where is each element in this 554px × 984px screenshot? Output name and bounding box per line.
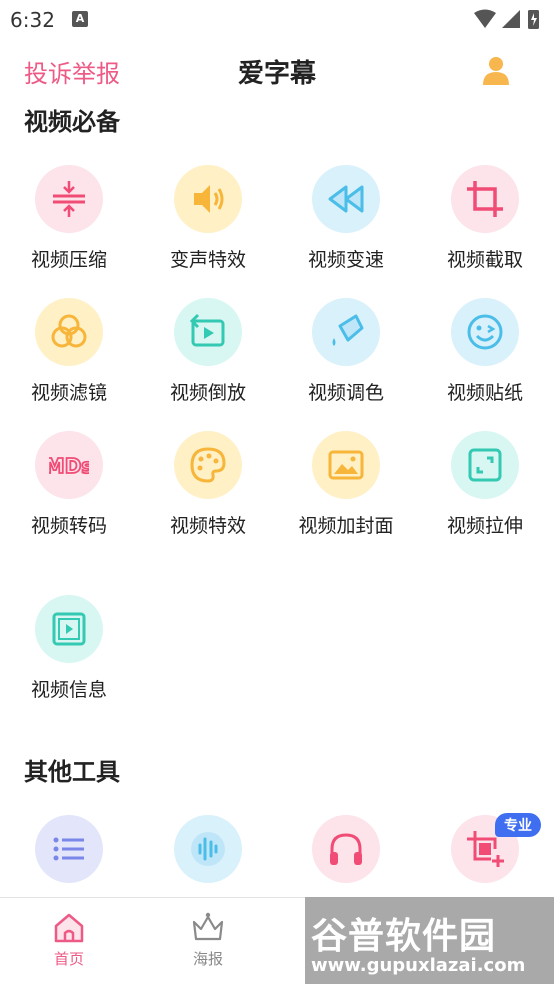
nav-label: 首页 — [53, 950, 84, 968]
transcode-icon: MDs — [49, 453, 89, 479]
tool-video-color[interactable]: 视频调色 — [277, 298, 415, 405]
app-title: 爱字幕 — [237, 59, 316, 89]
tool-video-filter[interactable]: 视频滤镜 — [0, 298, 138, 405]
status-time: 6:32 — [10, 8, 55, 32]
tool-label: 视频压缩 — [30, 249, 107, 271]
section-title-other-tools: 其他工具 — [24, 758, 120, 786]
tool-video-trim[interactable]: 视频截取 — [416, 165, 554, 272]
watermark-title: 谷普软件园 — [311, 916, 497, 957]
tool-label: 视频倒放 — [169, 382, 246, 404]
compress-icon — [53, 181, 85, 217]
watermark: 谷普软件园 www.gupuxlazai.com — [305, 897, 554, 984]
user-icon[interactable] — [480, 54, 512, 86]
sticker-icon — [467, 314, 503, 350]
home-icon — [54, 913, 84, 943]
info-icon — [52, 612, 86, 646]
status-bar: 6:32 A — [0, 0, 554, 40]
tool-video-transcode[interactable]: MDs 视频转码 — [0, 431, 138, 538]
tool-label: 视频变速 — [307, 249, 384, 271]
list-icon — [53, 837, 84, 861]
tool-label: 变声特效 — [169, 249, 246, 271]
tool-label: 视频贴纸 — [446, 382, 523, 404]
tool-label: 视频滤镜 — [30, 382, 107, 404]
reverse-icon — [189, 313, 225, 347]
tool-video-reverse[interactable]: 视频倒放 — [139, 298, 277, 405]
tool-video-cover[interactable]: 视频加封面 — [277, 431, 415, 538]
headphones-icon — [330, 833, 362, 865]
wifi-icon — [474, 9, 496, 28]
cover-icon — [328, 450, 364, 480]
tool-label: 视频调色 — [307, 382, 384, 404]
nav-home[interactable]: 首页 — [9, 910, 129, 969]
tool-voice-effect[interactable]: 变声特效 — [139, 165, 277, 272]
tool-video-effect[interactable]: 视频特效 — [139, 431, 277, 538]
audio-wave-icon — [191, 832, 225, 866]
tool-video-compress[interactable]: 视频压缩 — [0, 165, 138, 272]
tool-video-sticker[interactable]: 视频贴纸 — [416, 298, 554, 405]
nav-poster[interactable]: 海报 — [148, 910, 268, 969]
rewind-icon — [328, 185, 364, 213]
tool-other-list[interactable] — [0, 815, 138, 883]
watermark-url: www.gupuxlazai.com — [311, 955, 526, 976]
tool-other-audio[interactable] — [139, 815, 277, 883]
tool-label: 视频拉伸 — [446, 515, 523, 537]
tool-video-info[interactable]: 视频信息 — [0, 595, 138, 702]
speaker-icon — [194, 185, 224, 213]
tool-label: 视频信息 — [30, 679, 107, 701]
tool-other-headphones[interactable] — [277, 815, 415, 883]
crop-icon — [467, 181, 503, 217]
notification-a-icon: A — [72, 11, 88, 27]
stretch-icon — [468, 448, 502, 482]
pro-badge: 专业 — [495, 813, 541, 837]
header: 投诉举报 爱字幕 — [0, 50, 554, 96]
color-icon — [332, 314, 364, 346]
crown-icon — [192, 912, 224, 941]
tool-label: 视频加封面 — [298, 515, 394, 537]
tool-other-crop-pro[interactable]: 专业 — [416, 813, 554, 883]
tool-label: 视频截取 — [446, 249, 523, 271]
signal-icon — [502, 10, 520, 28]
tool-label: 视频转码 — [30, 515, 107, 537]
tool-video-speed[interactable]: 视频变速 — [277, 165, 415, 272]
palette-icon — [190, 447, 226, 483]
svg-text:MDs: MDs — [49, 454, 89, 478]
nav-label: 海报 — [192, 950, 223, 968]
tool-video-stretch[interactable]: 视频拉伸 — [416, 431, 554, 538]
filter-icon — [51, 314, 87, 348]
status-icons — [474, 9, 539, 29]
tool-label: 视频特效 — [169, 515, 246, 537]
section-title-essentials: 视频必备 — [24, 108, 120, 136]
